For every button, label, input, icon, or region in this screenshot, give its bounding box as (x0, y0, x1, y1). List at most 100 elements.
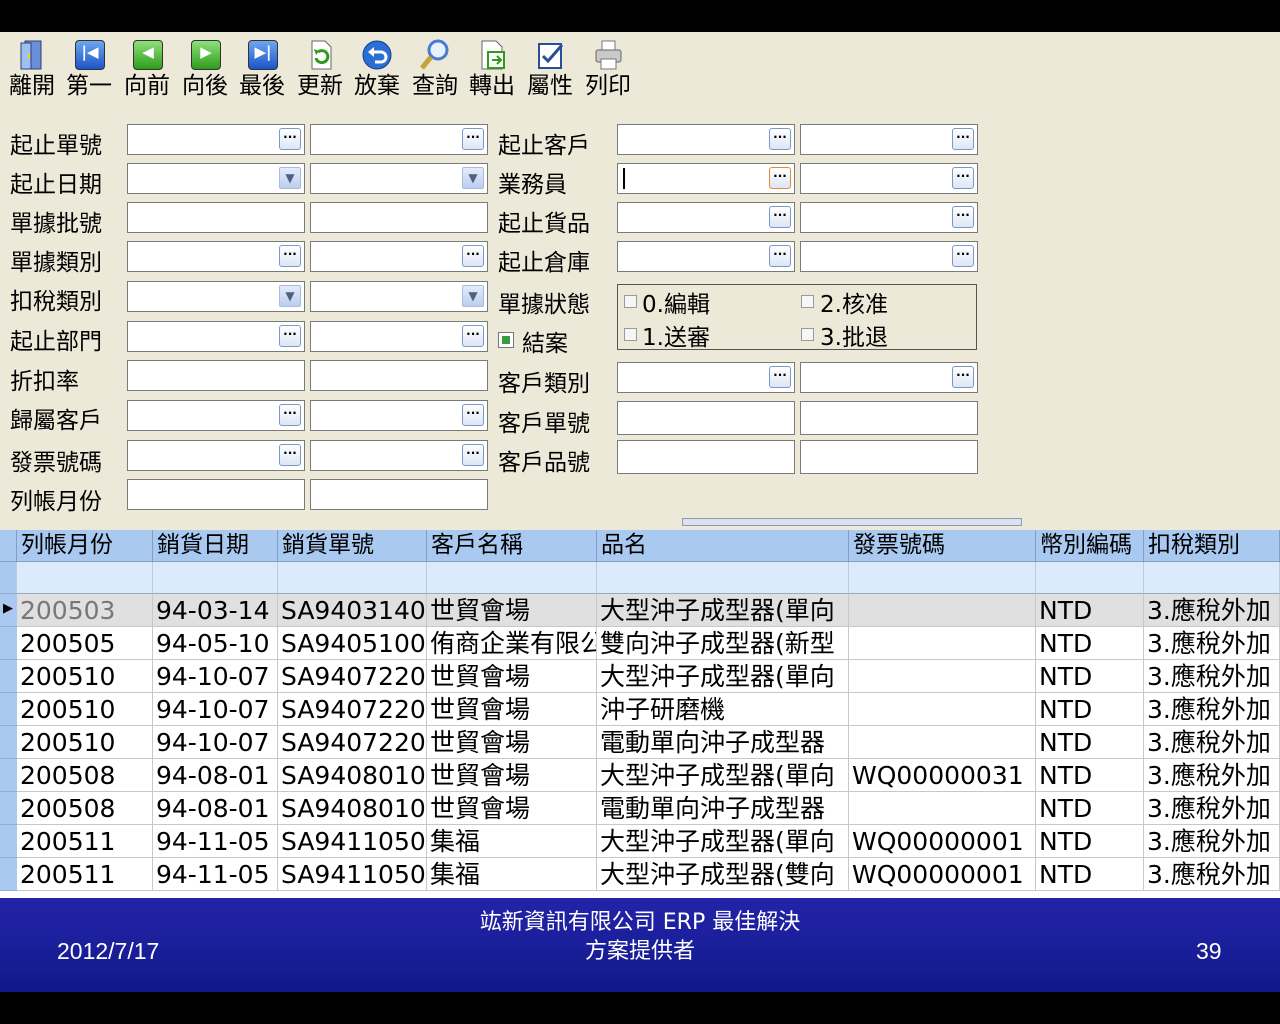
table-cell[interactable]: 3.應稅外加 (1144, 660, 1280, 693)
filter-cell[interactable] (153, 562, 278, 594)
row-selector[interactable] (0, 825, 17, 858)
invoice-no-from-lookup-button[interactable]: ··· (279, 444, 301, 466)
goods-to-field[interactable]: ··· (800, 202, 978, 233)
row-selector[interactable] (0, 858, 17, 891)
header-ledger-month[interactable]: 列帳月份 (17, 530, 153, 562)
ledger-month-from-field[interactable] (127, 479, 305, 510)
table-cell[interactable]: 200503 (17, 594, 153, 627)
next-button[interactable]: ▶ 向後 (177, 38, 233, 104)
first-button[interactable]: |◀ 第一 (61, 38, 117, 104)
date-to-dropdown-icon[interactable]: ▼ (462, 167, 484, 189)
table-cell[interactable]: 世貿會場 (427, 726, 597, 759)
customer-item-from-field[interactable] (617, 440, 795, 474)
table-cell[interactable]: NTD (1036, 594, 1144, 627)
table-cell[interactable]: 世貿會場 (427, 759, 597, 792)
customer-order-to-field[interactable] (800, 401, 978, 435)
salesperson-to-field[interactable]: ··· (800, 163, 978, 194)
table-cell[interactable]: NTD (1036, 660, 1144, 693)
table-cell[interactable]: 大型沖子成型器(單向 (597, 759, 849, 792)
ledger-month-to-field[interactable] (310, 479, 488, 510)
tax-type-from-field[interactable]: ▼ (127, 281, 305, 312)
table-cell[interactable]: 電動單向沖子成型器 (597, 792, 849, 825)
salesperson-from-field[interactable]: ··· (617, 163, 795, 194)
warehouse-to-lookup-button[interactable]: ··· (952, 245, 974, 267)
table-cell[interactable]: 3.應稅外加 (1144, 759, 1280, 792)
header-item-name[interactable]: 品名 (597, 530, 849, 562)
department-to-field[interactable]: ··· (310, 321, 488, 352)
goods-to-lookup-button[interactable]: ··· (952, 206, 974, 228)
table-cell[interactable]: 3.應稅外加 (1144, 858, 1280, 891)
properties-button[interactable]: 屬性 (522, 38, 578, 104)
table-cell[interactable]: NTD (1036, 825, 1144, 858)
customer-class-from-lookup-button[interactable]: ··· (769, 366, 791, 388)
warehouse-to-field[interactable]: ··· (800, 241, 978, 272)
customer-order-from-field[interactable] (617, 401, 795, 435)
table-cell[interactable]: SA940722001 (278, 693, 427, 726)
doc-type-from-lookup-button[interactable]: ··· (279, 245, 301, 267)
table-cell[interactable]: 世貿會場 (427, 792, 597, 825)
filter-cell[interactable] (1036, 562, 1144, 594)
table-cell[interactable]: 集福 (427, 858, 597, 891)
table-cell[interactable]: 沖子研磨機 (597, 693, 849, 726)
salesperson-from-lookup-button[interactable]: ··· (769, 167, 791, 189)
customer-from-lookup-button[interactable]: ··· (769, 128, 791, 150)
owner-customer-from-lookup-button[interactable]: ··· (279, 404, 301, 426)
header-invoice-no[interactable]: 發票號碼 (849, 530, 1036, 562)
table-cell[interactable]: 94-11-05 (153, 858, 278, 891)
table-cell[interactable]: 世貿會場 (427, 660, 597, 693)
tax-type-from-dropdown-icon[interactable]: ▼ (279, 285, 301, 307)
table-cell[interactable]: 200508 (17, 759, 153, 792)
status-approved-checkbox[interactable] (801, 295, 814, 308)
table-cell[interactable]: WQ00000031 (849, 759, 1036, 792)
header-sale-no[interactable]: 銷貨單號 (278, 530, 427, 562)
table-cell[interactable]: NTD (1036, 858, 1144, 891)
customer-item-to-field[interactable] (800, 440, 978, 474)
row-selector[interactable]: ▶ (0, 594, 17, 627)
salesperson-to-lookup-button[interactable]: ··· (952, 167, 974, 189)
export-button[interactable]: 轉出 (464, 38, 520, 104)
table-cell[interactable]: 94-10-07 (153, 693, 278, 726)
table-cell[interactable] (849, 693, 1036, 726)
row-selector[interactable] (0, 627, 17, 660)
table-cell[interactable]: NTD (1036, 759, 1144, 792)
table-cell[interactable]: 94-05-10 (153, 627, 278, 660)
filter-cell[interactable] (427, 562, 597, 594)
table-cell[interactable]: 大型沖子成型器(單向 (597, 594, 849, 627)
closed-checkbox[interactable] (498, 332, 514, 348)
date-from-field[interactable]: ▼ (127, 163, 305, 194)
table-cell[interactable]: 200510 (17, 660, 153, 693)
table-cell[interactable]: 94-10-07 (153, 726, 278, 759)
table-cell[interactable]: WQ00000001 (849, 825, 1036, 858)
filter-cell[interactable] (17, 562, 153, 594)
order-no-to-field[interactable]: ··· (310, 124, 488, 155)
row-selector[interactable] (0, 693, 17, 726)
table-cell[interactable]: 3.應稅外加 (1144, 594, 1280, 627)
row-selector[interactable] (0, 792, 17, 825)
header-currency[interactable]: 幣別編碼 (1036, 530, 1144, 562)
batch-no-to-field[interactable] (310, 202, 488, 233)
filter-cell[interactable] (597, 562, 849, 594)
doc-type-to-lookup-button[interactable]: ··· (462, 245, 484, 267)
invoice-no-to-field[interactable]: ··· (310, 440, 488, 471)
table-cell[interactable]: 集福 (427, 825, 597, 858)
table-cell[interactable]: 世貿會場 (427, 693, 597, 726)
print-button[interactable]: 列印 (580, 38, 636, 104)
batch-no-from-field[interactable] (127, 202, 305, 233)
panel-splitter[interactable] (682, 518, 1022, 526)
table-cell[interactable]: NTD (1036, 726, 1144, 759)
order-no-to-lookup-button[interactable]: ··· (462, 128, 484, 150)
row-selector[interactable] (0, 660, 17, 693)
exit-button[interactable]: 離開 (4, 38, 60, 104)
header-tax-type[interactable]: 扣稅類別 (1144, 530, 1280, 562)
table-cell[interactable]: 200510 (17, 693, 153, 726)
table-cell[interactable]: 電動單向沖子成型器 (597, 726, 849, 759)
discount-from-field[interactable] (127, 360, 305, 391)
table-cell[interactable]: SA940722001 (278, 660, 427, 693)
table-cell[interactable]: 94-08-01 (153, 759, 278, 792)
doc-type-to-field[interactable]: ··· (310, 241, 488, 272)
table-cell[interactable]: 3.應稅外加 (1144, 693, 1280, 726)
prev-button[interactable]: ◀ 向前 (119, 38, 175, 104)
status-submitted-checkbox[interactable] (624, 328, 637, 341)
table-cell[interactable]: 200511 (17, 858, 153, 891)
table-cell[interactable] (849, 627, 1036, 660)
